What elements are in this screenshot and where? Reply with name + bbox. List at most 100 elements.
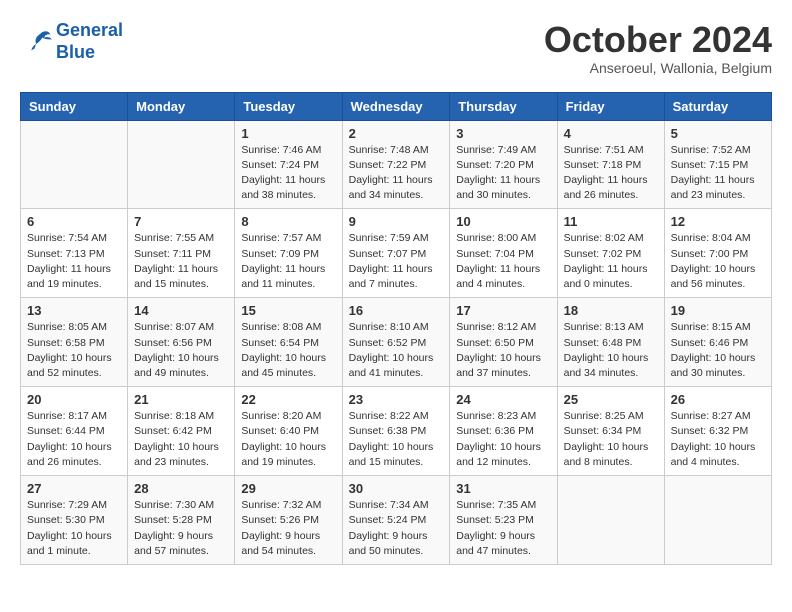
day-number: 23 <box>349 392 444 407</box>
logo-bird-icon <box>20 28 52 56</box>
calendar-cell: 25 Sunrise: 8:25 AM Sunset: 6:34 PM Dayli… <box>557 387 664 476</box>
day-content: Sunrise: 7:48 AM Sunset: 7:22 PM Dayligh… <box>349 143 444 204</box>
day-content: Sunrise: 7:34 AM Sunset: 5:24 PM Dayligh… <box>349 498 444 559</box>
day-number: 7 <box>134 214 228 229</box>
day-content: Sunrise: 7:51 AM Sunset: 7:18 PM Dayligh… <box>564 143 658 204</box>
day-content: Sunrise: 8:25 AM Sunset: 6:34 PM Dayligh… <box>564 409 658 470</box>
calendar-cell: 16 Sunrise: 8:10 AM Sunset: 6:52 PM Dayli… <box>342 298 450 387</box>
calendar-cell <box>557 476 664 565</box>
day-number: 16 <box>349 303 444 318</box>
day-content: Sunrise: 8:17 AM Sunset: 6:44 PM Dayligh… <box>27 409 121 470</box>
day-content: Sunrise: 8:04 AM Sunset: 7:00 PM Dayligh… <box>671 231 765 292</box>
calendar-cell: 7Sunrise: 7:55 AM Sunset: 7:11 PM Daylig… <box>128 209 235 298</box>
calendar-cell: 31 Sunrise: 7:35 AM Sunset: 5:23 PM Dayli… <box>450 476 557 565</box>
calendar-cell: 24 Sunrise: 8:23 AM Sunset: 6:36 PM Dayli… <box>450 387 557 476</box>
day-number: 15 <box>241 303 335 318</box>
calendar-cell <box>664 476 771 565</box>
day-content: Sunrise: 8:07 AM Sunset: 6:56 PM Dayligh… <box>134 320 228 381</box>
day-content: Sunrise: 8:27 AM Sunset: 6:32 PM Dayligh… <box>671 409 765 470</box>
day-number: 14 <box>134 303 228 318</box>
day-content: Sunrise: 7:54 AM Sunset: 7:13 PM Dayligh… <box>27 231 121 292</box>
calendar-cell: 28 Sunrise: 7:30 AM Sunset: 5:28 PM Dayli… <box>128 476 235 565</box>
calendar-week-4: 20 Sunrise: 8:17 AM Sunset: 6:44 PM Dayli… <box>21 387 772 476</box>
calendar-week-3: 13 Sunrise: 8:05 AM Sunset: 6:58 PM Dayli… <box>21 298 772 387</box>
day-number: 31 <box>456 481 550 496</box>
day-number: 21 <box>134 392 228 407</box>
calendar-cell: 9 Sunrise: 7:59 AM Sunset: 7:07 PM Daylig… <box>342 209 450 298</box>
day-number: 17 <box>456 303 550 318</box>
day-number: 9 <box>349 214 444 229</box>
day-content: Sunrise: 7:30 AM Sunset: 5:28 PM Dayligh… <box>134 498 228 559</box>
day-content: Sunrise: 8:02 AM Sunset: 7:02 PM Dayligh… <box>564 231 658 292</box>
calendar-cell: 5 Sunrise: 7:52 AM Sunset: 7:15 PM Daylig… <box>664 120 771 209</box>
day-number: 19 <box>671 303 765 318</box>
day-number: 27 <box>27 481 121 496</box>
page-header: General Blue October 2024 Anseroeul, Wal… <box>20 20 772 76</box>
calendar-cell: 20 Sunrise: 8:17 AM Sunset: 6:44 PM Dayli… <box>21 387 128 476</box>
day-content: Sunrise: 8:05 AM Sunset: 6:58 PM Dayligh… <box>27 320 121 381</box>
weekday-header-thursday: Thursday <box>450 92 557 120</box>
weekday-header-friday: Friday <box>557 92 664 120</box>
calendar-cell: 8Sunrise: 7:57 AM Sunset: 7:09 PM Daylig… <box>235 209 342 298</box>
calendar-cell: 14 Sunrise: 8:07 AM Sunset: 6:56 PM Dayli… <box>128 298 235 387</box>
day-number: 30 <box>349 481 444 496</box>
calendar-cell: 23 Sunrise: 8:22 AM Sunset: 6:38 PM Dayli… <box>342 387 450 476</box>
weekday-header-tuesday: Tuesday <box>235 92 342 120</box>
calendar-cell: 12 Sunrise: 8:04 AM Sunset: 7:00 PM Dayli… <box>664 209 771 298</box>
location-subtitle: Anseroeul, Wallonia, Belgium <box>544 60 772 76</box>
month-title: October 2024 <box>544 20 772 60</box>
day-content: Sunrise: 8:15 AM Sunset: 6:46 PM Dayligh… <box>671 320 765 381</box>
calendar-cell: 19 Sunrise: 8:15 AM Sunset: 6:46 PM Dayli… <box>664 298 771 387</box>
day-number: 20 <box>27 392 121 407</box>
day-number: 10 <box>456 214 550 229</box>
day-number: 4 <box>564 126 658 141</box>
calendar-table: SundayMondayTuesdayWednesdayThursdayFrid… <box>20 92 772 565</box>
day-number: 26 <box>671 392 765 407</box>
day-content: Sunrise: 7:52 AM Sunset: 7:15 PM Dayligh… <box>671 143 765 204</box>
calendar-cell: 1Sunrise: 7:46 AM Sunset: 7:24 PM Daylig… <box>235 120 342 209</box>
logo: General Blue <box>20 20 123 63</box>
day-number: 11 <box>564 214 658 229</box>
title-section: October 2024 Anseroeul, Wallonia, Belgiu… <box>544 20 772 76</box>
day-number: 13 <box>27 303 121 318</box>
day-content: Sunrise: 8:00 AM Sunset: 7:04 PM Dayligh… <box>456 231 550 292</box>
day-content: Sunrise: 7:32 AM Sunset: 5:26 PM Dayligh… <box>241 498 335 559</box>
day-number: 24 <box>456 392 550 407</box>
calendar-cell: 15 Sunrise: 8:08 AM Sunset: 6:54 PM Dayli… <box>235 298 342 387</box>
day-content: Sunrise: 7:35 AM Sunset: 5:23 PM Dayligh… <box>456 498 550 559</box>
day-content: Sunrise: 8:20 AM Sunset: 6:40 PM Dayligh… <box>241 409 335 470</box>
calendar-cell: 27Sunrise: 7:29 AM Sunset: 5:30 PM Dayli… <box>21 476 128 565</box>
calendar-header-row: SundayMondayTuesdayWednesdayThursdayFrid… <box>21 92 772 120</box>
day-content: Sunrise: 7:46 AM Sunset: 7:24 PM Dayligh… <box>241 143 335 204</box>
calendar-cell <box>128 120 235 209</box>
weekday-header-saturday: Saturday <box>664 92 771 120</box>
day-number: 6 <box>27 214 121 229</box>
day-number: 3 <box>456 126 550 141</box>
day-number: 8 <box>241 214 335 229</box>
weekday-header-sunday: Sunday <box>21 92 128 120</box>
calendar-cell: 29Sunrise: 7:32 AM Sunset: 5:26 PM Dayli… <box>235 476 342 565</box>
calendar-cell <box>21 120 128 209</box>
calendar-cell: 3Sunrise: 7:49 AM Sunset: 7:20 PM Daylig… <box>450 120 557 209</box>
day-number: 18 <box>564 303 658 318</box>
day-number: 22 <box>241 392 335 407</box>
day-content: Sunrise: 8:22 AM Sunset: 6:38 PM Dayligh… <box>349 409 444 470</box>
day-number: 25 <box>564 392 658 407</box>
day-content: Sunrise: 7:59 AM Sunset: 7:07 PM Dayligh… <box>349 231 444 292</box>
calendar-week-1: 1Sunrise: 7:46 AM Sunset: 7:24 PM Daylig… <box>21 120 772 209</box>
day-content: Sunrise: 8:08 AM Sunset: 6:54 PM Dayligh… <box>241 320 335 381</box>
day-number: 2 <box>349 126 444 141</box>
day-content: Sunrise: 8:23 AM Sunset: 6:36 PM Dayligh… <box>456 409 550 470</box>
calendar-week-5: 27Sunrise: 7:29 AM Sunset: 5:30 PM Dayli… <box>21 476 772 565</box>
calendar-week-2: 6 Sunrise: 7:54 AM Sunset: 7:13 PM Daylig… <box>21 209 772 298</box>
calendar-cell: 6 Sunrise: 7:54 AM Sunset: 7:13 PM Daylig… <box>21 209 128 298</box>
day-content: Sunrise: 8:13 AM Sunset: 6:48 PM Dayligh… <box>564 320 658 381</box>
day-content: Sunrise: 8:10 AM Sunset: 6:52 PM Dayligh… <box>349 320 444 381</box>
day-number: 5 <box>671 126 765 141</box>
calendar-cell: 13 Sunrise: 8:05 AM Sunset: 6:58 PM Dayli… <box>21 298 128 387</box>
day-number: 28 <box>134 481 228 496</box>
weekday-header-monday: Monday <box>128 92 235 120</box>
calendar-cell: 21Sunrise: 8:18 AM Sunset: 6:42 PM Dayli… <box>128 387 235 476</box>
calendar-cell: 18 Sunrise: 8:13 AM Sunset: 6:48 PM Dayli… <box>557 298 664 387</box>
day-number: 12 <box>671 214 765 229</box>
